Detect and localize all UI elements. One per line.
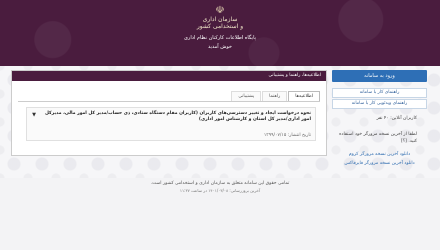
tab-guide[interactable]: راهنما: [262, 91, 288, 101]
download-firefox-link[interactable]: دانلود آخرین نسخه مرورگر فایرفاکس: [332, 161, 427, 167]
org-name-line1: سازمان اداری: [202, 16, 238, 23]
footer-copyright: تمامی حقوق این سامانه متعلق به سازمان اد…: [150, 181, 290, 186]
announcement-date: تاریخ انتشار: ۱۳۹۹/۰۷/۱۵: [263, 133, 311, 138]
browser-update-note: لطفا از آخرین نسخه مرورگر خود استفاده کن…: [339, 132, 417, 144]
tab-support[interactable]: پشتیبانی: [231, 91, 262, 101]
panel-tabs: اطلاعیه‌ها راهنما پشتیبانی: [230, 91, 320, 101]
site-title: پایگاه اطلاعات کارکنان نظام اداری: [184, 35, 256, 41]
system-guide-button[interactable]: راهنمای کار با سامانه: [332, 88, 427, 98]
download-chrome-link[interactable]: دانلود آخرین نسخه مرورگر کروم: [332, 152, 427, 158]
announcements-panel: اطلاعیه‌ها، راهنما و پشتیبانی اطلاعیه‌ها…: [11, 70, 327, 156]
footer-last-update: آخرین بروزرسانی: ۱۴۰۱/۰۳/۰۸ در ساعت ۱۱:۳…: [179, 188, 261, 193]
iran-emblem-icon: ☫: [215, 5, 225, 16]
site-subtitle: خوش آمدید: [207, 44, 233, 50]
announcement-title[interactable]: نحوه درخواست ایجاد و تغییر دسترسی‌های کا…: [39, 111, 311, 123]
announcement-item[interactable]: ▼ نحوه درخواست ایجاد و تغییر دسترسی‌های …: [26, 107, 316, 141]
tab-divider: [18, 101, 320, 102]
site-header: ☫ سازمان اداری و استخدامی کشور پایگاه اط…: [0, 0, 440, 66]
online-users-text: کاربران آنلاین: ۴۰ نفر: [376, 116, 417, 121]
video-guide-button[interactable]: راهنمای ویدئویی کار با سامانه: [332, 99, 427, 109]
collapse-chevron-icon[interactable]: ▼: [30, 111, 38, 119]
login-button[interactable]: ورود به سامانه: [332, 70, 427, 82]
org-name-line2: و استخدامی کشور: [196, 23, 244, 30]
panel-header: اطلاعیه‌ها، راهنما و پشتیبانی: [12, 71, 326, 81]
tab-announcements[interactable]: اطلاعیه‌ها: [288, 91, 320, 101]
